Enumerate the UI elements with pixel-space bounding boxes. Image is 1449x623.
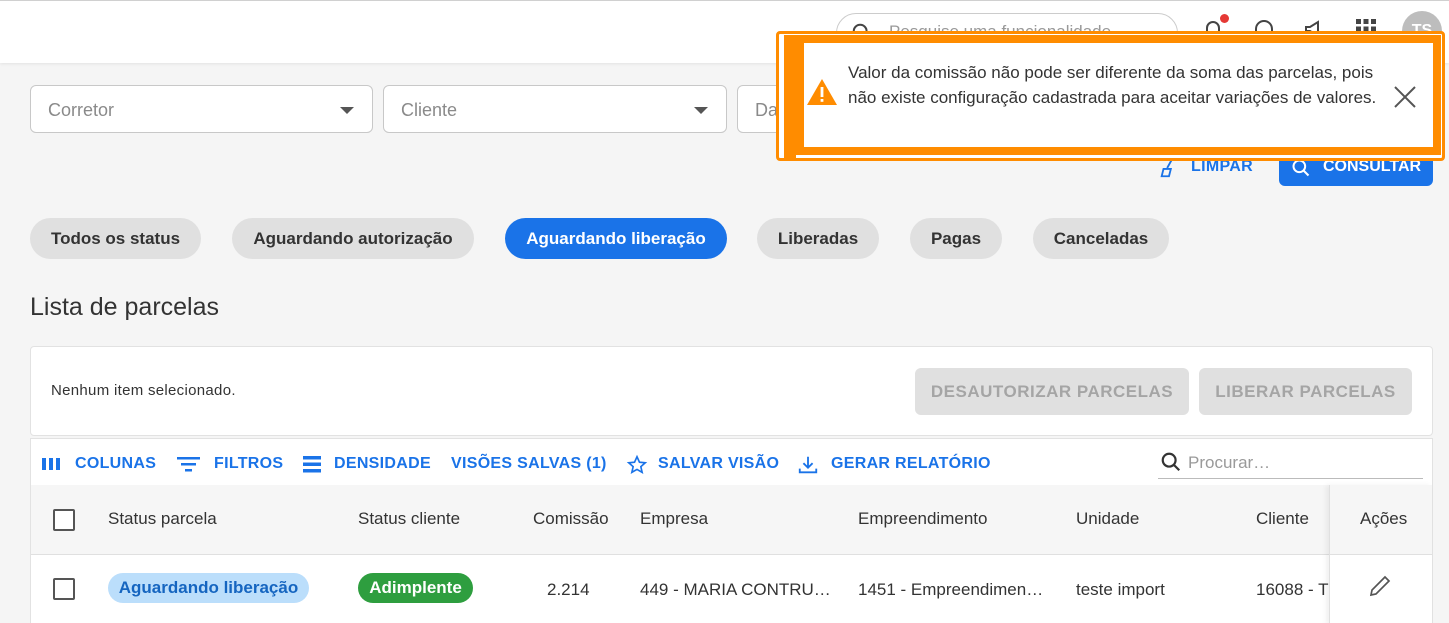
page-title: Lista de parcelas [30, 293, 220, 321]
grid-search-placeholder: Procurar… [1188, 453, 1271, 472]
saved-views-label: VISÕES SALVAS (1) [451, 455, 607, 472]
cliente-select-label: Cliente [401, 100, 458, 120]
warning-toast: Valor da comissão não pode ser diferente… [796, 35, 1441, 155]
column-header[interactable]: Comissão [533, 509, 609, 529]
column-header[interactable]: Status parcela [108, 509, 217, 529]
chevron-down-icon [340, 107, 354, 114]
client-cell: 16088 - T [1256, 580, 1329, 599]
chip-aguardando-autorizacao[interactable]: Aguardando autorização [232, 218, 474, 259]
selection-panel: Nenhum item selecionado. DESAUTORIZAR PA… [30, 346, 1433, 436]
toast-accent-bar [784, 35, 796, 158]
notification-dot [1220, 14, 1229, 23]
columns-label: COLUNAS [75, 455, 157, 472]
commission-cell: 2.214 [547, 580, 590, 599]
report-label: GERAR RELATÓRIO [831, 455, 991, 472]
density-label: DENSIDADE [334, 455, 431, 472]
deauthorize-button[interactable]: DESAUTORIZAR PARCELAS [915, 368, 1189, 415]
column-header[interactable]: Unidade [1076, 509, 1139, 529]
save-view-label: SALVAR VISÃO [658, 455, 780, 472]
search-icon [1292, 159, 1310, 177]
density-icon [303, 456, 321, 473]
select-all-checkbox[interactable] [53, 509, 75, 531]
row-checkbox[interactable] [53, 578, 75, 600]
search-icon [1161, 452, 1181, 472]
star-icon [626, 454, 648, 474]
column-header[interactable]: Cliente [1256, 509, 1309, 529]
release-button[interactable]: LIBERAR PARCELAS [1199, 368, 1412, 415]
data-field-label: Da [755, 100, 779, 120]
chip-pagas[interactable]: Pagas [910, 218, 1002, 259]
chip-todos-status[interactable]: Todos os status [30, 218, 201, 259]
pencil-icon[interactable] [1368, 574, 1392, 600]
company-cell: 449 - MARIA CONTRU… [640, 580, 831, 599]
client-status-badge: Adimplente [358, 573, 473, 603]
development-cell: 1451 - Empreendimen… [858, 580, 1044, 599]
chip-canceladas[interactable]: Canceladas [1033, 218, 1169, 259]
columns-icon [42, 458, 60, 470]
chevron-down-icon [694, 107, 708, 114]
actions-column: Ações [1329, 485, 1432, 623]
warning-icon [807, 79, 837, 105]
column-header[interactable]: Empresa [640, 509, 708, 529]
filters-label: FILTROS [214, 455, 284, 472]
table-header: Status parcela Status cliente Comissão E… [31, 485, 1432, 555]
column-header: Ações [1360, 509, 1408, 528]
grid-search-input[interactable]: Procurar… [1158, 445, 1423, 479]
status-badge: Aguardando liberação [108, 573, 309, 603]
chip-liberadas[interactable]: Liberadas [757, 218, 879, 259]
corretor-select[interactable]: Corretor [30, 85, 373, 133]
corretor-select-label: Corretor [48, 100, 115, 120]
download-icon [798, 456, 818, 474]
cliente-select[interactable]: Cliente [383, 85, 727, 133]
close-icon[interactable] [1393, 85, 1417, 109]
chip-aguardando-liberacao[interactable]: Aguardando liberação [505, 218, 727, 259]
filter-icon [177, 457, 200, 472]
toast-message: Valor da comissão não pode ser diferente… [848, 63, 1377, 107]
column-header[interactable]: Status cliente [358, 509, 460, 529]
unit-cell: teste import [1076, 580, 1165, 599]
data-grid: COLUNAS FILTROS DENSIDADE VISÕES SALVAS … [30, 438, 1433, 623]
selection-info: Nenhum item selecionado. [51, 382, 236, 399]
column-header[interactable]: Empreendimento [858, 509, 987, 529]
table-row: Aguardando liberação Adimplente 2.214 44… [31, 556, 1432, 623]
